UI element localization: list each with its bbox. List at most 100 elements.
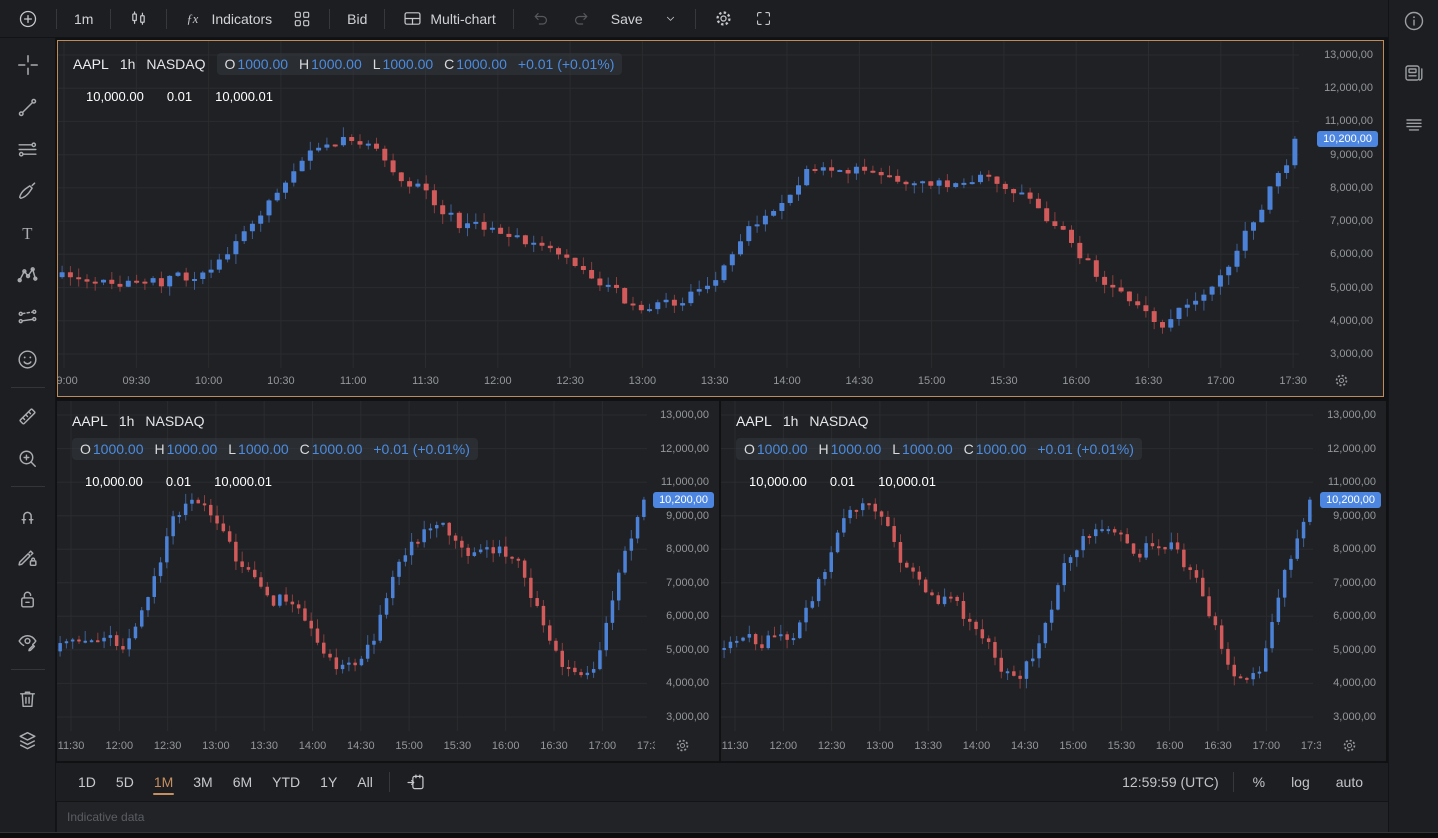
drawing-mode-lock-button[interactable] (8, 537, 48, 577)
time-axis-label: 09:30 (123, 375, 151, 387)
bid-price-button[interactable]: 10,000.00 (73, 84, 157, 109)
range-button-ytd[interactable]: YTD (262, 769, 310, 795)
range-button-5d[interactable]: 5D (106, 769, 144, 795)
time-axis-label: 14:30 (1011, 740, 1039, 752)
price-axis-label: 5,000,00 (1333, 644, 1376, 656)
bid-button[interactable]: Bid (338, 7, 376, 31)
time-axis-label: 16:00 (1062, 375, 1090, 387)
save-menu-button[interactable] (654, 7, 687, 30)
chart-legend: AAPL 1h NASDAQ O1000.00 H1000.00 L1000.0… (72, 413, 478, 503)
range-button-1m[interactable]: 1M (144, 769, 183, 795)
zoom-in-tool-button[interactable] (8, 438, 48, 478)
time-axis-label: 15:30 (444, 740, 472, 752)
projection-icon (15, 305, 40, 330)
ask-price-button[interactable]: 10,000.01 (202, 84, 286, 109)
grid-layout-button[interactable] (283, 5, 321, 33)
range-button-1y[interactable]: 1Y (310, 769, 347, 795)
percent-scale-button[interactable]: % (1240, 770, 1278, 794)
last-price-label: 10,200,00 (1317, 131, 1378, 147)
symbol-label[interactable]: AAPL (73, 56, 109, 72)
multichart-button[interactable]: Multi-chart (393, 4, 504, 33)
axis-settings-icon[interactable] (674, 737, 692, 755)
time-axis-label: 12:30 (154, 740, 182, 752)
separator (389, 772, 390, 792)
lock-drawings-button[interactable] (8, 579, 48, 619)
chart-type-button[interactable] (119, 4, 158, 33)
price-axis-label: 9,000,00 (1330, 149, 1373, 161)
bid-price-button[interactable]: 10,000.00 (736, 469, 820, 494)
interval-label: 1h (120, 56, 136, 72)
price-axis-label: 4,000,00 (1333, 677, 1376, 689)
time-axis-label: 16:30 (1204, 740, 1232, 752)
range-button-all[interactable]: All (347, 769, 383, 795)
time-axis-label: 13:30 (701, 375, 729, 387)
brush-tool-button[interactable] (8, 171, 48, 211)
news-icon (1402, 61, 1426, 85)
interval-label: 1h (119, 413, 135, 429)
range-button-6m[interactable]: 6M (223, 769, 262, 795)
trend-line-tool-button[interactable] (8, 87, 48, 127)
magnet-tool-button[interactable] (8, 495, 48, 535)
symbol-label[interactable]: AAPL (736, 413, 772, 429)
info-button[interactable] (1397, 8, 1431, 33)
range-button-3m[interactable]: 3M (183, 769, 222, 795)
remove-drawings-button[interactable] (8, 678, 48, 718)
time-axis-label: 12:00 (106, 740, 134, 752)
indicative-data-label: Indicative data (67, 810, 144, 824)
save-button[interactable]: Save (602, 7, 652, 31)
ask-price-button[interactable]: 10,000.01 (201, 469, 285, 494)
symbol-search-button[interactable] (8, 4, 48, 34)
hide-drawings-button[interactable] (8, 621, 48, 661)
right-toolbar (1388, 0, 1438, 832)
ask-price-button[interactable]: 10,000.01 (865, 469, 949, 494)
chart-panel-main[interactable]: AAPL 1h NASDAQ O1000.00 H1000.00 L1000.0… (57, 40, 1384, 397)
indicators-label: Indicators (211, 11, 272, 27)
projection-tool-button[interactable] (8, 297, 48, 337)
change-label: +0.01 (+0.01%) (1037, 441, 1134, 457)
news-button[interactable] (1397, 60, 1431, 85)
time-axis[interactable]: 09:0009:3010:0010:3011:0011:3012:0012:30… (58, 366, 1307, 396)
separator (329, 9, 330, 29)
price-axis-label: 11,000,00 (1325, 115, 1373, 127)
text-tool-button[interactable]: T (8, 213, 48, 253)
price-axis-label: 12,000,00 (1324, 82, 1373, 94)
axis-settings-icon[interactable] (1341, 737, 1359, 755)
chart-panel-bottom-left[interactable]: AAPL 1h NASDAQ O1000.00 H1000.00 L1000.0… (57, 401, 719, 761)
pencil-lock-icon (15, 545, 40, 570)
undo-button[interactable] (522, 5, 560, 33)
interval-button[interactable]: 1m (65, 7, 102, 31)
status-bar: Indicative data (56, 801, 1388, 832)
time-axis-label: 12:00 (484, 375, 512, 387)
details-button[interactable] (1397, 112, 1431, 137)
time-axis-label: 17:00 (589, 740, 617, 752)
indicators-button[interactable]: ƒx Indicators (175, 5, 281, 33)
log-scale-button[interactable]: log (1278, 770, 1323, 794)
bid-price-button[interactable]: 10,000.00 (72, 469, 156, 494)
time-axis-label: 17:00 (1207, 375, 1235, 387)
redo-button[interactable] (562, 5, 600, 33)
time-axis-label: 12:00 (770, 740, 798, 752)
measure-tool-button[interactable] (8, 396, 48, 436)
symbol-label[interactable]: AAPL (72, 413, 108, 429)
time-axis[interactable]: 11:3012:0012:3013:0013:3014:0014:3015:00… (721, 731, 1321, 761)
calendar-goto-icon (405, 772, 426, 793)
axis-settings-icon[interactable] (1333, 372, 1351, 390)
emoji-tool-button[interactable] (8, 339, 48, 379)
auto-scale-button[interactable]: auto (1323, 770, 1376, 794)
xabcd-pattern-tool-button[interactable] (8, 255, 48, 295)
time-axis[interactable]: 11:3012:0012:3013:0013:3014:0014:3015:00… (57, 731, 655, 761)
save-label: Save (611, 11, 643, 27)
time-axis-label: 09:00 (58, 375, 78, 387)
goto-date-button[interactable] (396, 768, 435, 797)
crosshair-tool-button[interactable] (8, 45, 48, 85)
time-axis-label: 13:30 (250, 740, 278, 752)
object-tree-button[interactable] (8, 720, 48, 760)
chart-panel-bottom-right[interactable]: AAPL 1h NASDAQ O1000.00 H1000.00 L1000.0… (721, 401, 1386, 761)
price-axis-label: 13,000,00 (1327, 409, 1376, 421)
horizontal-lines-tool-button[interactable] (8, 129, 48, 169)
fullscreen-button[interactable] (745, 5, 782, 32)
last-price-label: 10,200,00 (1320, 492, 1381, 508)
clock[interactable]: 12:59:59 (UTC) (1114, 770, 1226, 794)
settings-button[interactable] (704, 4, 743, 33)
range-button-1d[interactable]: 1D (68, 769, 106, 795)
